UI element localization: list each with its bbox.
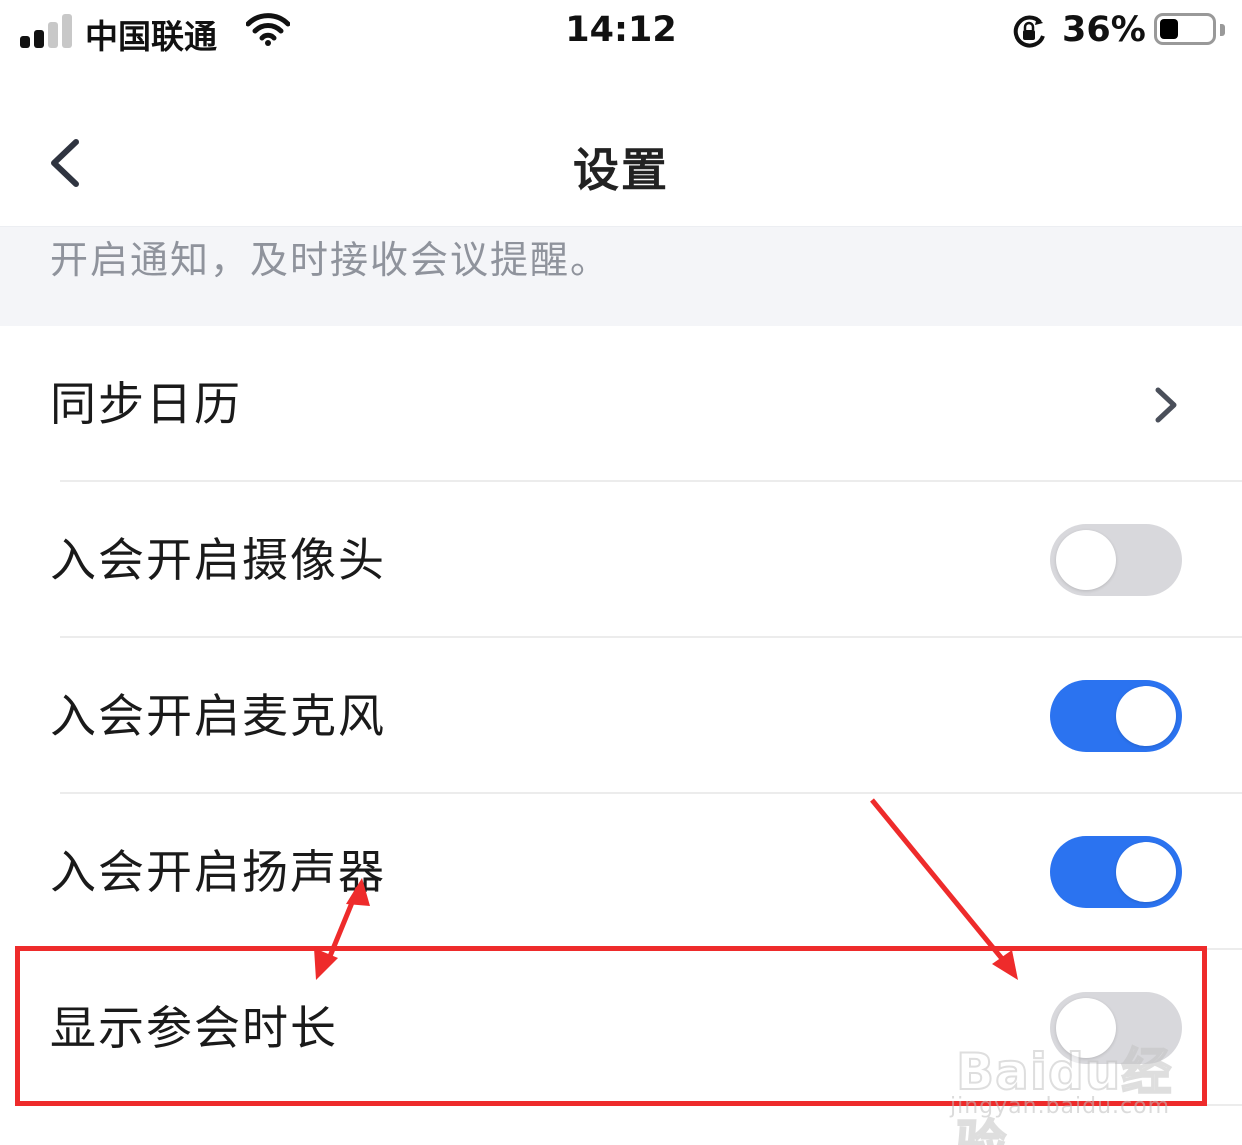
battery-level-fill: [1160, 19, 1178, 39]
settings-row-label: 入会开启扬声器: [50, 845, 386, 899]
settings-row-label: 同步日历: [50, 377, 242, 431]
rotation-lock-icon: [1013, 15, 1045, 48]
notification-hint: 开启通知，及时接收会议提醒。: [0, 226, 1242, 327]
battery-percent: 36%: [1062, 10, 1146, 50]
settings-row-sync-calendar[interactable]: 同步日历: [0, 326, 1242, 482]
settings-row-speaker: 入会开启扬声器: [0, 794, 1242, 950]
notification-hint-text: 开启通知，及时接收会议提醒。: [50, 238, 611, 282]
camera-toggle[interactable]: [1050, 524, 1182, 596]
battery-icon: [1154, 13, 1216, 45]
navigation-bar: 设置: [0, 100, 1242, 226]
watermark-url: jingyan.baidu.com: [950, 1094, 1171, 1119]
chevron-right-icon: [1155, 387, 1177, 423]
toggle-knob: [1056, 530, 1116, 590]
toggle-knob: [1116, 842, 1176, 902]
clock: 14:12: [565, 10, 677, 50]
toggle-knob: [1116, 686, 1176, 746]
page-title: 设置: [573, 143, 669, 197]
settings-screen: 中国联通 14:12 36% 设置 开启通知，及时接收会议提醒。 同步日历 入会…: [0, 0, 1242, 1145]
speaker-toggle[interactable]: [1050, 836, 1182, 908]
settings-row-camera: 入会开启摄像头: [0, 482, 1242, 638]
microphone-toggle[interactable]: [1050, 680, 1182, 752]
status-bar: 中国联通 14:12 36%: [0, 0, 1242, 62]
battery-cap: [1220, 24, 1225, 36]
watermark-brand: Baidu经验: [955, 1042, 1173, 1145]
settings-row-label: 入会开启麦克风: [50, 689, 386, 743]
settings-row-microphone: 入会开启麦克风: [0, 638, 1242, 794]
settings-row-label: 入会开启摄像头: [50, 533, 386, 587]
baidu-watermark: Baidu经验 jingyan.baidu.com: [950, 1008, 1190, 1145]
